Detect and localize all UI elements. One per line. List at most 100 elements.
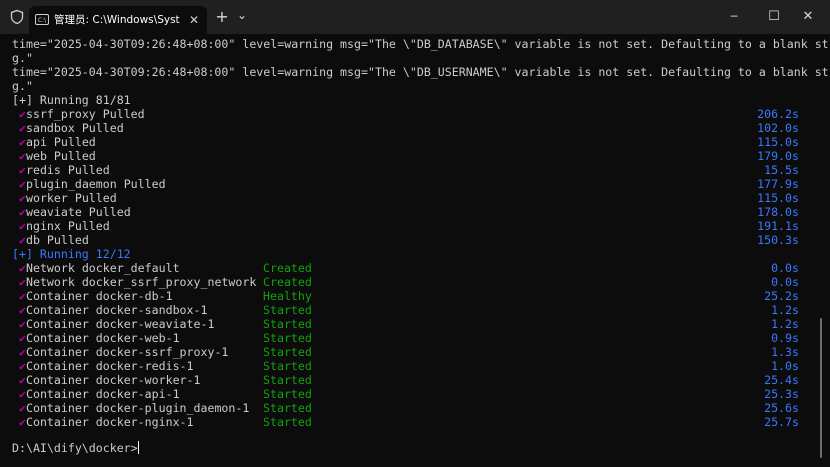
duration-label: 115.0s (757, 191, 799, 205)
service-name: weaviate Pulled (25, 205, 131, 219)
warning-line: g." (12, 79, 33, 93)
row-text-line: ✔Container docker-weaviate-1 (19, 317, 214, 331)
container-name: Container docker-ssrf_proxy-1 (25, 345, 229, 359)
chevron-down-icon[interactable]: ⌄ (233, 0, 251, 34)
text-cursor (137, 441, 139, 454)
status-label: Started (263, 359, 312, 373)
checkmark-icon: ✔ (19, 387, 26, 401)
row-text-line: ✔sandbox Pulled (19, 121, 124, 135)
container-name: Container docker-plugin_daemon-1 (25, 401, 250, 415)
terminal-output[interactable]: time="2025-04-30T09:26:48+08:00" level=w… (0, 34, 830, 467)
pull-row: ✔sandbox Pulled 102.0s (0, 121, 830, 135)
pull-row: ✔worker Pulled 115.0s (0, 191, 830, 205)
command-prompt[interactable]: D:\AI\dify\docker> (12, 441, 139, 455)
pull-row: ✔plugin_daemon Pulled 177.9s (0, 177, 830, 191)
row-text-line: ✔plugin_daemon Pulled (19, 177, 166, 191)
new-tab-button[interactable]: + (212, 0, 232, 34)
duration-label: 177.9s (757, 177, 799, 191)
duration-label: 179.0s (757, 149, 799, 163)
shield-icon (10, 9, 24, 25)
container-name: Container docker-redis-1 (25, 359, 194, 373)
container-row: ✔Container docker-web-1 Started 0.9s (0, 331, 830, 345)
row-text-line: ✔Container docker-worker-1 (19, 373, 201, 387)
warning-line: time="2025-04-30T09:26:48+08:00" level=w… (12, 37, 830, 51)
terminal-tab[interactable]: C:\ 管理员: C:\Windows\System32 ✕ (29, 6, 207, 34)
row-text-line: ✔weaviate Pulled (19, 205, 131, 219)
row-text-line: ✔ssrf_proxy Pulled (19, 107, 145, 121)
checkmark-icon: ✔ (19, 359, 26, 373)
container-row: ✔Network docker_ssrf_proxy_network Create… (0, 275, 830, 289)
container-name: Container docker-sandbox-1 (25, 303, 208, 317)
pull-row: ✔ssrf_proxy Pulled 206.2s (0, 107, 830, 121)
pull-row: ✔api Pulled 115.0s (0, 135, 830, 149)
row-text-line: ✔nginx Pulled (19, 219, 110, 233)
service-name: db Pulled (25, 233, 89, 247)
row-text-line: ✔api Pulled (19, 135, 96, 149)
duration-label: 1.0s (771, 359, 799, 373)
container-name: Network docker_ssrf_proxy_network (25, 275, 257, 289)
minimize-button[interactable]: ─ (716, 0, 752, 34)
duration-label: 178.0s (757, 205, 799, 219)
checkmark-icon: ✔ (19, 345, 26, 359)
checkmark-icon: ✔ (19, 401, 26, 415)
row-text-line: ✔Container docker-sandbox-1 (19, 303, 207, 317)
service-name: web Pulled (25, 149, 96, 163)
checkmark-icon: ✔ (19, 261, 26, 275)
row-text-line: ✔Network docker_default (19, 261, 180, 275)
row-text-line: ✔worker Pulled (19, 191, 117, 205)
prompt-text: D:\AI\dify\docker> (12, 441, 138, 455)
row-text-line: ✔redis Pulled (19, 163, 110, 177)
checkmark-icon: ✔ (19, 331, 26, 345)
status-label: Started (263, 303, 312, 317)
row-text-line: ✔Network docker_ssrf_proxy_network (19, 275, 256, 289)
row-text-line: ✔Container docker-db-1 (19, 289, 173, 303)
status-label: Healthy (263, 289, 312, 303)
checkmark-icon: ✔ (19, 373, 26, 387)
row-text-line: ✔Container docker-api-1 (19, 387, 180, 401)
close-button[interactable]: ✕ (790, 0, 826, 34)
status-label: Started (263, 401, 312, 415)
container-name: Container docker-db-1 (25, 289, 173, 303)
row-text-line: ✔Container docker-web-1 (19, 331, 180, 345)
duration-label: 1.3s (771, 345, 799, 359)
duration-label: 102.0s (757, 121, 799, 135)
checkmark-icon: ✔ (19, 289, 26, 303)
container-row: ✔Network docker_default Created 0.0s (0, 261, 830, 275)
duration-label: 191.1s (757, 219, 799, 233)
container-name: Container docker-web-1 (25, 331, 180, 345)
duration-label: 1.2s (771, 317, 799, 331)
checkmark-icon: ✔ (19, 303, 26, 317)
warning-line: g." (12, 51, 33, 65)
checkmark-icon: ✔ (19, 163, 26, 177)
row-text-line: ✔Container docker-ssrf_proxy-1 (19, 345, 228, 359)
duration-label: 15.5s (764, 163, 799, 177)
service-name: api Pulled (25, 135, 96, 149)
container-name: Container docker-weaviate-1 (25, 317, 215, 331)
service-name: redis Pulled (25, 163, 110, 177)
warning-line: time="2025-04-30T09:26:48+08:00" level=w… (12, 65, 830, 79)
scrollbar-thumb[interactable] (820, 318, 822, 458)
checkmark-icon: ✔ (19, 275, 26, 289)
cmd-icon: C:\ (35, 14, 49, 25)
status-label: Created (263, 261, 312, 275)
pull-progress-header: [+] Running 81/81 (12, 93, 131, 107)
container-row: ✔Container docker-redis-1 Started 1.0s (0, 359, 830, 373)
duration-label: 25.2s (764, 289, 799, 303)
status-label: Started (263, 331, 312, 345)
service-name: worker Pulled (25, 191, 117, 205)
service-name: nginx Pulled (25, 219, 110, 233)
service-name: sandbox Pulled (25, 121, 124, 135)
row-text-line: ✔Container docker-nginx-1 (19, 415, 194, 429)
status-label: Created (263, 275, 312, 289)
maximize-button[interactable]: ☐ (756, 0, 792, 34)
row-text-line: ✔web Pulled (19, 149, 96, 163)
duration-label: 25.7s (764, 415, 799, 429)
checkmark-icon: ✔ (19, 317, 26, 331)
run-progress-header: [+] Running 12/12 (12, 247, 131, 261)
tab-close-icon[interactable]: ✕ (186, 12, 202, 28)
checkmark-icon: ✔ (19, 219, 26, 233)
container-row: ✔Container docker-db-1 Healthy 25.2s (0, 289, 830, 303)
tab-title: 管理员: C:\Windows\System32 (54, 14, 180, 26)
checkmark-icon: ✔ (19, 107, 26, 121)
container-name: Container docker-nginx-1 (25, 415, 194, 429)
